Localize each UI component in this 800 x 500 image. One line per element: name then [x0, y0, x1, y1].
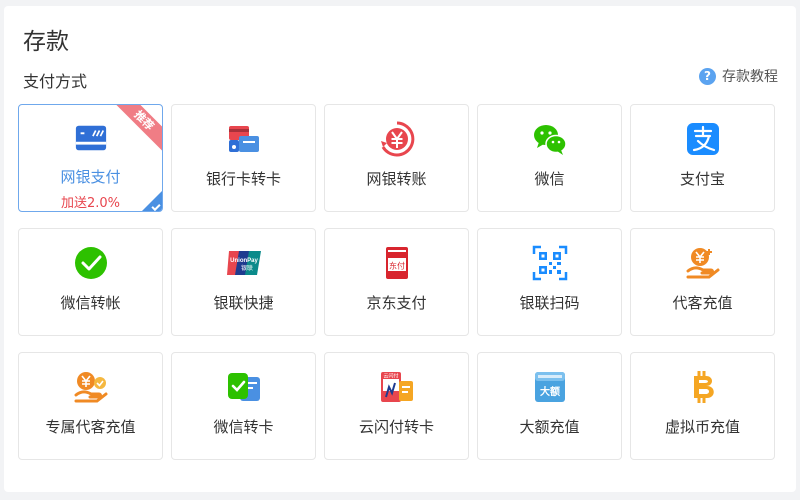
payment-method-label: 虚拟币充值: [664, 418, 740, 436]
payment-method-jd-pay[interactable]: 东付 京东支付: [324, 228, 469, 336]
wechat-check-icon: [74, 247, 107, 279]
payment-method-crypto[interactable]: 虚拟币充值: [630, 352, 775, 460]
unionpay-icon: UnionPay 银联: [226, 251, 261, 275]
payment-method-label: 微信: [534, 170, 565, 188]
page-title: 存款: [23, 29, 69, 55]
payment-method-label: 支付宝: [679, 170, 725, 188]
payment-method-label: 微信转卡: [213, 418, 274, 436]
card-transfer-icon: [228, 126, 259, 152]
bank-card-icon: [75, 125, 106, 151]
payment-method-label: 京东支付: [366, 294, 427, 312]
payment-method-wechat-transfer[interactable]: 微信转帐: [18, 228, 163, 336]
payment-method-label: 代客充值: [672, 294, 733, 312]
deposit-tutorial-label: 存款教程: [722, 69, 778, 85]
jd-text: 东付: [389, 261, 405, 271]
quickpass-card-icon: 云闪付: [380, 372, 413, 402]
alipay-icon: [686, 123, 719, 155]
qr-code-icon: [532, 245, 567, 281]
payment-method-unionpay-quick[interactable]: UnionPay 银联 银联快捷: [171, 228, 316, 336]
payment-method-label: 大额充值: [519, 418, 580, 436]
payment-method-quickpass-card[interactable]: 云闪付 云闪付转卡: [324, 352, 469, 460]
payment-method-grid: 网银支付 加送2.0% 推荐 银行卡转卡 网银转账 微信 支付宝 微信转帐 Un…: [18, 104, 775, 460]
section-title: 支付方式: [23, 72, 88, 91]
payment-method-label: 网银转账: [366, 170, 427, 188]
large-amount-icon: 大额: [534, 372, 565, 402]
payment-method-agent-recharge[interactable]: 代客充值: [630, 228, 775, 336]
recommended-ribbon: 推荐: [116, 105, 162, 151]
payment-method-label: 云闪付转卡: [358, 418, 434, 436]
payment-method-online-transfer[interactable]: 网银转账: [324, 104, 469, 212]
unionpay-cn-text: 银联: [240, 264, 252, 272]
large-amount-text: 大额: [540, 385, 560, 398]
payment-method-label: 微信转帐: [60, 294, 121, 312]
payment-method-label: 银联扫码: [519, 294, 580, 312]
payment-method-wechat-card[interactable]: 微信转卡: [171, 352, 316, 460]
bitcoin-icon: [693, 371, 714, 403]
question-icon: ?: [699, 67, 716, 85]
jd-pay-icon: 东付: [385, 247, 408, 279]
exclusive-agent-icon: [74, 372, 107, 403]
unionpay-text: UnionPay: [230, 258, 258, 264]
payment-method-unionpay-scan[interactable]: 银联扫码: [477, 228, 622, 336]
agent-recharge-icon: [686, 248, 719, 279]
deposit-tutorial-link[interactable]: ? 存款教程: [699, 66, 778, 86]
payment-method-label: 银行卡转卡: [205, 170, 281, 188]
payment-method-wechat[interactable]: 微信: [477, 104, 622, 212]
recommended-badge: 推荐: [116, 105, 162, 151]
payment-method-alipay[interactable]: 支付宝: [630, 104, 775, 212]
wechat-card-icon: [227, 373, 260, 401]
payment-method-label: 专属代客充值: [45, 418, 136, 436]
bonus-text: 加送2.0%: [60, 196, 121, 211]
payment-method-online-banking[interactable]: 网银支付 加送2.0% 推荐: [18, 104, 163, 212]
payment-method-label: 网银支付: [60, 168, 121, 186]
payment-method-label: 银联快捷: [213, 294, 274, 312]
quickpass-text: 云闪付: [383, 373, 398, 380]
yen-transfer-icon: [380, 121, 414, 157]
payment-method-card-transfer[interactable]: 银行卡转卡: [171, 104, 316, 212]
payment-method-exclusive-agent[interactable]: 专属代客充值: [18, 352, 163, 460]
payment-method-large-amount[interactable]: 大额 大额充值: [477, 352, 622, 460]
wechat-icon: [533, 125, 567, 155]
